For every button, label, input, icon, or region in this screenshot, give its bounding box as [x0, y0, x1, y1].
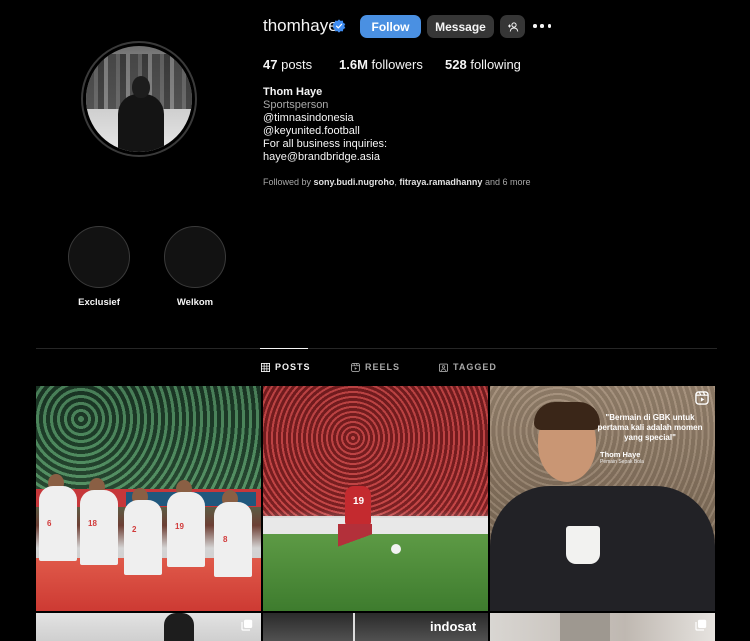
username: thomhaye	[263, 16, 338, 35]
more-horizontal-icon	[533, 24, 537, 28]
posts-number: 47	[263, 57, 278, 72]
followed-by-prefix: Followed by	[263, 177, 312, 187]
reel-badge-icon	[695, 391, 709, 405]
tab-label: POSTS	[275, 362, 311, 372]
tagged-icon	[439, 363, 448, 372]
post-thumbnail[interactable]	[36, 613, 261, 641]
more-options-button[interactable]	[533, 18, 551, 34]
multiple-images-icon	[241, 619, 253, 631]
followed-by[interactable]: Followed by sony.budi.nugroho, fitraya.r…	[263, 177, 530, 187]
grid-icon	[261, 362, 270, 372]
post-person	[164, 613, 194, 641]
jersey-number: 6	[47, 519, 52, 528]
following-number: 528	[445, 57, 467, 72]
player-figure	[80, 490, 118, 565]
post-thumbnail[interactable]: indosat	[263, 613, 488, 641]
player-figure	[124, 500, 162, 575]
reels-icon	[351, 362, 360, 372]
post-brand-logo: indosat	[430, 619, 477, 634]
jersey-number: 19	[175, 522, 184, 531]
message-button[interactable]: Message	[427, 15, 494, 38]
highlight-label: Welkom	[176, 297, 214, 308]
avatar-figure	[118, 94, 164, 152]
highlight-label: Exclusief	[78, 297, 120, 308]
add-person-icon	[507, 21, 518, 32]
verified-badge-icon	[332, 19, 346, 33]
following-label: following	[470, 57, 521, 72]
following-link[interactable]: 528 following	[445, 57, 521, 72]
post-quote-name: Thom Haye	[600, 450, 641, 459]
followed-by-separator: ,	[394, 177, 397, 187]
active-tab-indicator	[260, 348, 308, 349]
post-quote-subtitle: Pemain Sepak Bola	[600, 459, 644, 465]
followers-label: followers	[371, 57, 423, 72]
more-dot	[540, 24, 544, 28]
tabs-divider	[36, 348, 717, 349]
bio-line: For all business inquiries:	[263, 138, 388, 150]
highlight-cover	[164, 226, 226, 288]
highlight-welkom[interactable]: Welkom	[164, 226, 226, 308]
avatar-figure-head	[132, 76, 150, 98]
tab-label: TAGGED	[453, 362, 497, 372]
followers-link[interactable]: 1.6M followers	[339, 57, 423, 72]
followers-number: 1.6M	[339, 57, 368, 72]
post-hair	[534, 402, 600, 430]
player-legs	[338, 524, 372, 562]
full-name: Thom Haye	[263, 86, 323, 98]
post-shirt	[490, 486, 715, 611]
profile-avatar-ring[interactable]	[81, 41, 197, 157]
jersey-number: 19	[353, 496, 365, 507]
post-pitch	[263, 534, 488, 611]
post-thumbnail-quote-reel[interactable]: "Bermain di GBK untuk pertama kali adala…	[490, 386, 715, 611]
bio-email: haye@brandbridge.asia	[263, 151, 380, 163]
multiple-images-icon	[695, 619, 707, 631]
post-pole	[353, 613, 355, 641]
post-door	[560, 613, 610, 641]
post-crowd	[36, 386, 261, 496]
jersey-number: 18	[88, 519, 97, 528]
more-dot	[547, 24, 551, 28]
post-quote: "Bermain di GBK untuk pertama kali adala…	[597, 413, 703, 442]
highlight-exclusief[interactable]: Exclusief	[68, 226, 130, 308]
post-thumbnail-team-lineup[interactable]: 6 18 2 19 8	[36, 386, 261, 611]
tab-posts[interactable]: POSTS	[261, 362, 311, 372]
post-thumbnail-match-action[interactable]: 19	[263, 386, 488, 611]
player-figure	[167, 492, 205, 567]
post-adboard	[263, 518, 488, 534]
avatar	[86, 46, 192, 152]
tab-reels[interactable]: REELS	[351, 362, 400, 372]
category-label: Sportsperson	[263, 99, 329, 111]
bio-mention-keyunited[interactable]: @keyunited.football	[263, 125, 387, 138]
coffee-cup	[566, 526, 600, 564]
bio-mention-timnas[interactable]: @timnasindonesia	[263, 112, 387, 125]
football	[391, 544, 401, 554]
bio: Thom Haye Sportsperson @timnasindonesia …	[263, 86, 387, 164]
followed-by-user[interactable]: sony.budi.nugroho	[314, 177, 395, 187]
player-figure	[214, 502, 252, 577]
follow-button[interactable]: Follow	[360, 15, 421, 38]
suggested-accounts-button[interactable]	[500, 15, 525, 38]
jersey-number: 8	[223, 535, 228, 544]
player-figure	[39, 486, 77, 561]
post-thumbnail[interactable]	[490, 613, 715, 641]
post-crowd	[263, 386, 488, 516]
followed-by-suffix: and 6 more	[484, 177, 531, 187]
posts-label: posts	[281, 57, 313, 72]
tab-tagged[interactable]: TAGGED	[439, 362, 497, 372]
posts-count: 47 posts	[263, 57, 312, 72]
followed-by-user[interactable]: fitraya.ramadhanny	[399, 177, 482, 187]
highlight-cover	[68, 226, 130, 288]
jersey-number: 2	[132, 525, 137, 534]
tab-label: REELS	[365, 362, 401, 372]
